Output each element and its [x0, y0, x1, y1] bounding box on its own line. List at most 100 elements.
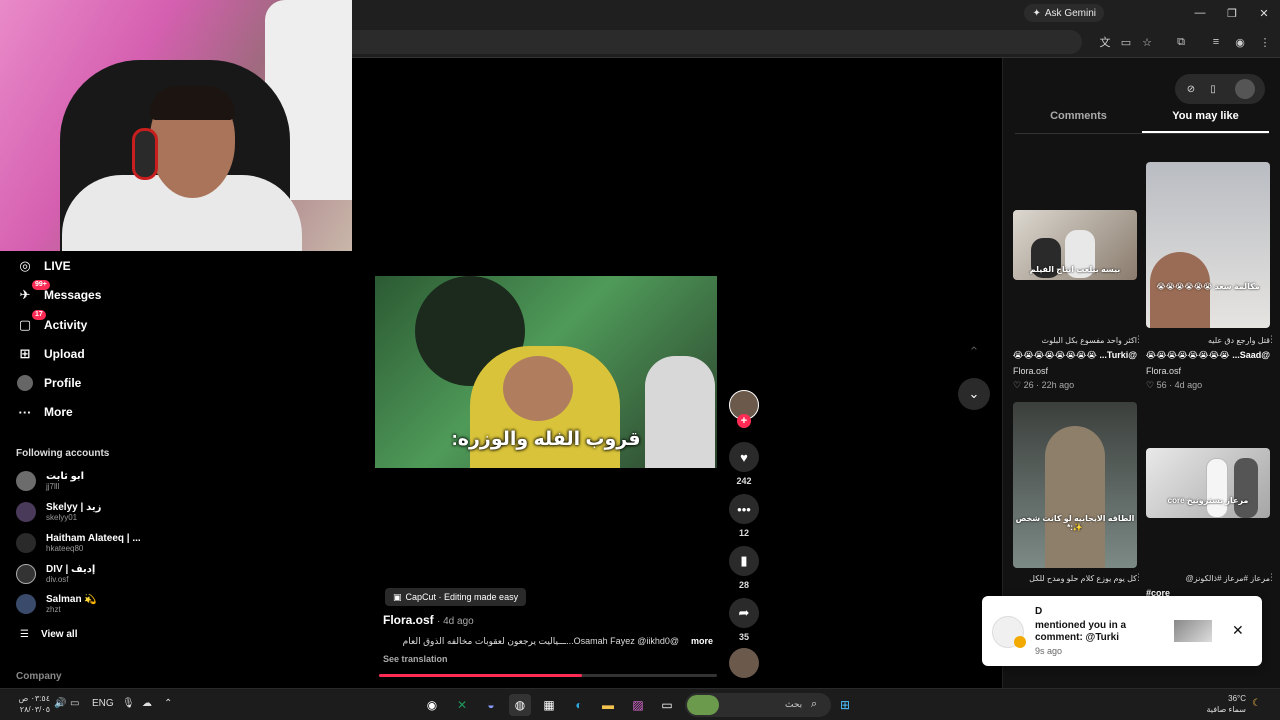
- sidebar-item-label: Activity: [44, 318, 88, 332]
- chrome-app-icon[interactable]: ◍: [509, 694, 531, 716]
- mention-notification[interactable]: D mentioned you in a comment: @Turki 9s …: [982, 596, 1262, 666]
- sidebar-item-messages[interactable]: ✈ 99+ Messages: [16, 280, 101, 306]
- temperature: 36°C: [1228, 694, 1246, 703]
- windows-start-icon[interactable]: ⊞: [834, 694, 856, 716]
- suggested-video-card[interactable]: مكالمة سعد 😭😭😭😭😭😭 قتل وارجع دق عليه ⋮ @S…: [1146, 162, 1276, 402]
- sound-avatar[interactable]: [729, 648, 759, 678]
- ask-gemini-button[interactable]: ✦ Ask Gemini: [1024, 4, 1104, 22]
- card-age: 22h ago: [1041, 380, 1075, 390]
- panel-tabs: Comments You may like: [1015, 110, 1269, 134]
- search-placeholder: بحث: [785, 699, 803, 709]
- following-account[interactable]: Salman 💫 zhzt: [16, 594, 141, 614]
- comment-button[interactable]: •••: [729, 494, 759, 524]
- phone-icon[interactable]: ▯: [1205, 81, 1221, 97]
- like-button[interactable]: ♥: [729, 442, 759, 472]
- address-bar[interactable]: [352, 30, 1082, 54]
- language-indicator[interactable]: ENG: [92, 698, 114, 709]
- following-account[interactable]: DIV | إديف div.osf: [16, 564, 141, 584]
- panel-controls: ⊘ ▯: [1175, 74, 1265, 104]
- reading-list-icon[interactable]: ≡: [1208, 34, 1224, 50]
- sidebar-item-more[interactable]: ··· More: [16, 401, 73, 423]
- company-link[interactable]: Company: [16, 671, 62, 682]
- view-all-button[interactable]: ☰ View all: [20, 629, 77, 640]
- video-progress-bar[interactable]: [379, 674, 717, 677]
- taskbar-clock[interactable]: ٠٣:٥٤ ص ٢٨/٠٣/٠٥: [10, 693, 50, 715]
- edge-app-icon[interactable]: ◐: [568, 694, 590, 716]
- obs-app-icon[interactable]: ◉: [421, 694, 443, 716]
- user-avatar[interactable]: [1235, 79, 1255, 99]
- profile-icon[interactable]: ◉: [1232, 34, 1248, 50]
- thumbnail-caption: مرعاز بسترونيخ core: [1167, 496, 1249, 505]
- account-handle: zhzt: [46, 605, 61, 614]
- see-translation-link[interactable]: See translation: [383, 654, 448, 664]
- weather-icon[interactable]: ☾: [1252, 698, 1261, 709]
- avatar: [16, 564, 36, 584]
- account-name: ابو ثابت: [46, 471, 85, 482]
- maximize-button[interactable]: ❐: [1220, 4, 1244, 22]
- streamer-hair: [150, 86, 235, 120]
- excel-app-icon[interactable]: ✕: [451, 694, 473, 716]
- star-icon[interactable]: ☆: [1139, 34, 1155, 50]
- card-menu-icon[interactable]: ⋮: [1134, 334, 1143, 345]
- video-description: @Osamah Fayez @iikhd0...ـــياليت يرجعون …: [383, 636, 713, 647]
- thumb-person: [1234, 458, 1258, 518]
- discord-app-icon[interactable]: ◒: [480, 694, 502, 716]
- compass-icon[interactable]: ⊘: [1183, 81, 1199, 97]
- sidebar-item-label: Upload: [44, 347, 85, 361]
- suggested-video-card[interactable]: بيسه بيلعب انتاج الفيلم اكثر واحد مفسوع …: [1013, 162, 1143, 402]
- suggested-video-card[interactable]: الطاقه الايجابيه لو كانت شخص ✨:* كل يوم …: [1013, 402, 1143, 602]
- weather-widget[interactable]: 36°C سماء صافية: [1198, 693, 1246, 715]
- minimize-button[interactable]: —: [1188, 4, 1212, 22]
- sidebar-item-activity[interactable]: ▢ 17 Activity: [16, 310, 88, 336]
- more-button[interactable]: more: [691, 636, 713, 647]
- chevron-down-icon: ⌄: [968, 386, 980, 401]
- chevron-up-icon[interactable]: ⌃: [164, 698, 172, 709]
- taskbar-search[interactable]: بحث ⌕: [685, 693, 831, 717]
- messages-icon: ✈ 99+: [16, 280, 50, 304]
- share-icon: ➦: [738, 605, 750, 620]
- menu-icon[interactable]: ⋮: [1257, 34, 1273, 50]
- card-menu-icon[interactable]: ⋮: [1267, 334, 1276, 345]
- activity-badge: 17: [32, 310, 46, 320]
- share-button[interactable]: ➦: [729, 598, 759, 628]
- card-menu-icon[interactable]: ⋮: [1134, 572, 1143, 583]
- notification-message: mentioned you in a comment: @Turki: [1035, 620, 1127, 643]
- cloud-icon[interactable]: ☁: [142, 698, 152, 709]
- capcut-badge[interactable]: ▣ CapCut · Editing made easy: [385, 588, 527, 606]
- live-icon: ◎: [19, 258, 31, 273]
- file-explorer-icon[interactable]: ▬: [597, 694, 619, 716]
- task-view-icon[interactable]: ▭: [656, 694, 678, 716]
- follow-plus-icon[interactable]: +: [737, 414, 751, 428]
- card-menu-icon[interactable]: ⋮: [1267, 572, 1276, 583]
- windows-taskbar: ٠٣:٥٤ ص ٢٨/٠٣/٠٥ 🔊 ▭ ENG 🎙 ☁ ⌃ ◉ ✕ ◒ ◍ ▦…: [0, 688, 1280, 720]
- sidebar-item-live[interactable]: ◎ LIVE: [16, 255, 70, 277]
- following-account[interactable]: Haitham Alateeq | ... hkateeq80: [16, 533, 141, 553]
- cast-icon[interactable]: ▭: [1118, 34, 1134, 50]
- account-name: Salman 💫: [46, 594, 97, 605]
- card-title: اكثر واحد مفسوع بكل البلوث: [1041, 336, 1137, 345]
- photos-app-icon[interactable]: ▨: [627, 694, 649, 716]
- messages-badge: 99+: [32, 280, 50, 290]
- sidebar-item-profile[interactable]: Profile: [16, 372, 81, 394]
- video-person-face: [503, 356, 573, 421]
- extensions-icon[interactable]: ⧉: [1173, 34, 1189, 50]
- store-app-icon[interactable]: ▦: [538, 694, 560, 716]
- video-author[interactable]: Flora.osf · 4d ago: [383, 613, 474, 627]
- close-window-button[interactable]: ✕: [1252, 4, 1276, 22]
- tab-comments[interactable]: Comments: [1015, 110, 1142, 133]
- suggested-video-card[interactable]: مرعاز بسترونيخ core مرعاز #مرعاز #ذالكون…: [1146, 402, 1276, 602]
- following-account[interactable]: Skelyy | زيد skelyy01: [16, 502, 141, 522]
- save-button[interactable]: ▮: [729, 546, 759, 576]
- next-video-button[interactable]: ⌄: [958, 378, 990, 410]
- card-author: Flora.osf: [1146, 366, 1182, 376]
- volume-icon[interactable]: 🔊: [54, 698, 66, 709]
- sidebar-item-upload[interactable]: ⊞ Upload: [16, 343, 85, 365]
- microphone-icon[interactable]: 🎙: [122, 698, 135, 709]
- video-player[interactable]: قروب الفله والوزره:: [375, 276, 717, 468]
- network-icon[interactable]: ▭: [70, 698, 79, 709]
- following-account[interactable]: ابو ثابت jj7lll: [16, 471, 141, 491]
- translate-icon[interactable]: 文: [1097, 34, 1113, 50]
- close-notification-button[interactable]: ✕: [1232, 622, 1244, 639]
- previous-video-button[interactable]: ⌃: [958, 336, 990, 368]
- tab-you-may-like[interactable]: You may like: [1142, 110, 1269, 133]
